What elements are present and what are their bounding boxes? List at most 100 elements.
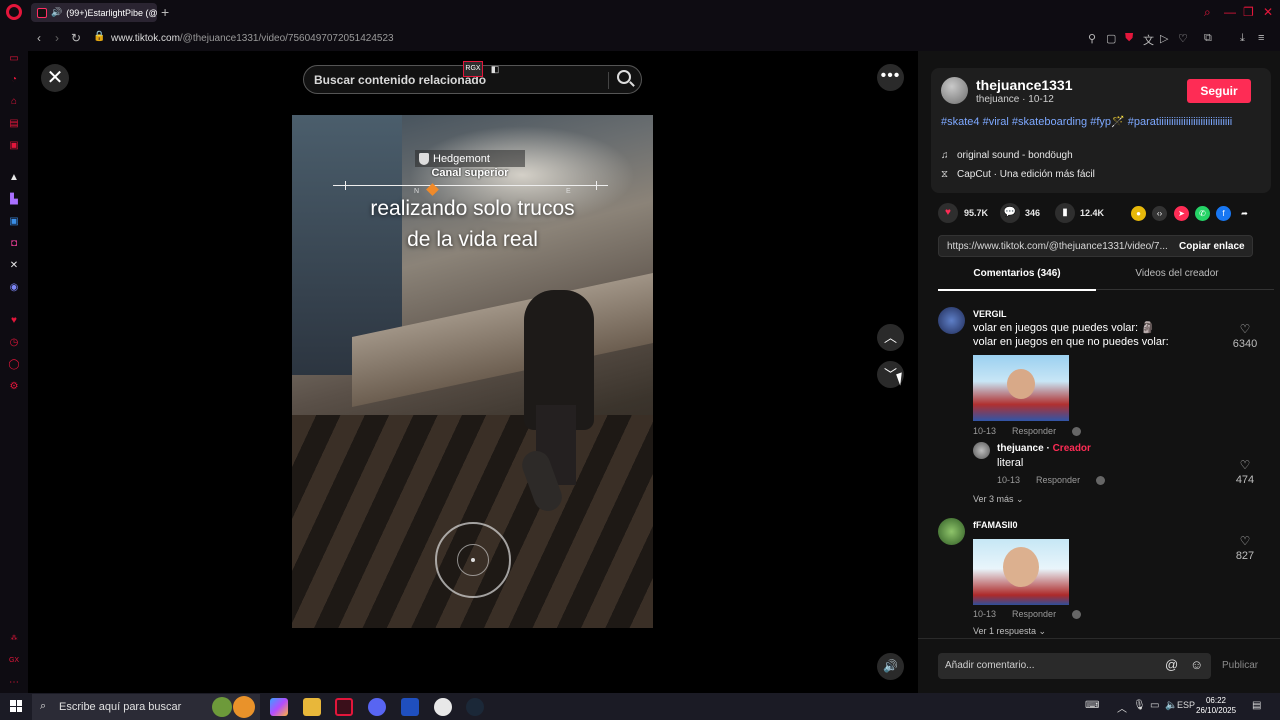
sidebar-discord-icon[interactable]: ◉ (8, 282, 20, 294)
snapshot-icon[interactable]: ▢ (1106, 32, 1116, 45)
reload-button[interactable]: ↻ (71, 31, 81, 45)
reply-like[interactable]: ♡ 474 (1230, 458, 1260, 486)
comment-like[interactable]: ♡ 6340 (1230, 322, 1260, 350)
sidebar-instagram-icon[interactable]: ◘ (8, 238, 20, 250)
microphone-icon[interactable]: 🎙 (1133, 700, 1146, 711)
copy-link-button[interactable]: Copiar enlace (1179, 241, 1245, 252)
comment-image-superman[interactable] (973, 355, 1069, 421)
post-sound[interactable]: ♫ original sound - bondöugh (941, 150, 1073, 161)
video-popout-icon[interactable]: ◧ (487, 61, 503, 77)
sidebar-controls-icon[interactable]: ⌂ (8, 96, 20, 108)
forward-button[interactable]: › (55, 31, 59, 45)
sidebar-favorites-icon[interactable]: ♥ (8, 315, 20, 327)
sidebar-history-icon[interactable]: ◷ (8, 337, 20, 349)
taskbar-search[interactable]: ⌕ Escribe aquí para buscar (32, 694, 260, 720)
windows-start-icon[interactable] (10, 700, 22, 712)
sidebar-news-icon[interactable]: ▤ (8, 118, 20, 130)
play-icon[interactable]: ▷ (1160, 32, 1168, 45)
sidebar-gx-corner-icon[interactable]: GX (8, 655, 20, 667)
reply-button[interactable]: Responder (1012, 609, 1056, 619)
share-coin-icon[interactable]: ● (1131, 206, 1146, 221)
author-username[interactable]: thejuance1331 (976, 77, 1073, 93)
file-explorer-icon[interactable] (303, 698, 321, 716)
speaker-icon[interactable]: 🔈 (1165, 700, 1177, 711)
network-icon[interactable]: ▭ (1150, 700, 1159, 711)
comment-image-superman[interactable] (973, 539, 1069, 605)
app-circle-taskbar-icon[interactable] (434, 698, 452, 716)
steam-taskbar-icon[interactable] (466, 698, 484, 716)
close-window-button[interactable]: ✕ (1263, 5, 1273, 19)
share-whatsapp-icon[interactable]: ✆ (1195, 206, 1210, 221)
view-replies-button[interactable]: Ver 1 respuesta ⌄ (973, 626, 1046, 637)
reply-username[interactable]: thejuance (997, 443, 1044, 454)
post-capcut[interactable]: ⧖ CapCut · Una edición más fácil (941, 169, 1095, 180)
tray-expand-icon[interactable]: ︿ (1117, 700, 1127, 715)
emoji-icon[interactable]: ☺ (1190, 657, 1203, 672)
sidebar-speed-icon[interactable]: ◔ (8, 74, 20, 86)
sidebar-gx-icon[interactable]: ▭ (8, 53, 20, 65)
discord-taskbar-icon[interactable] (368, 698, 386, 716)
url-field[interactable]: www.tiktok.com/@thejuance1331/video/7560… (111, 33, 394, 44)
maximize-button[interactable]: ❐ (1243, 5, 1254, 19)
tab-audio-icon[interactable]: 🔊 (51, 7, 62, 18)
comment-username[interactable]: VERGIL (973, 309, 1007, 319)
pin-icon[interactable]: ⚲ (1088, 32, 1096, 45)
language-indicator[interactable]: ESP (1177, 700, 1195, 710)
browser-tab-active[interactable]: 🔊 (99+)EstarlightPibe (@ (31, 3, 157, 22)
keyboard-icon[interactable]: ⌨ (1085, 700, 1099, 711)
comment-avatar[interactable] (938, 307, 965, 334)
follow-button[interactable]: Seguir (1187, 79, 1251, 103)
sidebar-vk-icon[interactable]: ▣ (8, 216, 20, 228)
tab-comments[interactable]: Comentarios (346) (938, 268, 1096, 291)
author-avatar[interactable] (941, 77, 968, 104)
back-button[interactable]: ‹ (37, 31, 41, 45)
share-link-text[interactable]: https://www.tiktok.com/@thejuance1331/vi… (947, 241, 1167, 252)
bookmark-icon[interactable]: ▮ (1055, 203, 1075, 223)
publish-button[interactable]: Publicar (1222, 660, 1258, 671)
reply-username-row[interactable]: thejuance · Creador (997, 443, 1091, 454)
sidebar-settings-icon[interactable]: ⚙ (8, 381, 20, 393)
reply-heart-icon[interactable]: ♡ (1230, 458, 1260, 472)
minimize-button[interactable]: — (1224, 5, 1236, 19)
share-send-icon[interactable]: ➤ (1174, 206, 1189, 221)
comment-heart-icon[interactable]: ♡ (1230, 534, 1260, 548)
share-facebook-icon[interactable]: f (1216, 206, 1231, 221)
extensions-icon[interactable]: ⧉ (1204, 32, 1212, 45)
reply-reply-button[interactable]: Responder (1036, 475, 1080, 485)
comment-icon[interactable]: 💬 (1000, 203, 1020, 223)
search-icon[interactable] (617, 70, 631, 84)
share-more-icon[interactable]: ➦ (1237, 206, 1252, 221)
sidebar-music-icon[interactable]: ▣ (8, 140, 20, 152)
close-video-button[interactable]: ✕ (41, 64, 69, 92)
view-more-replies-button[interactable]: Ver 3 más ⌄ (973, 494, 1024, 505)
sidebar-chat-icon[interactable]: ◯ (8, 359, 20, 371)
sidebar-x-icon[interactable]: ✕ (8, 260, 20, 272)
sidebar-more-icon[interactable]: ⋯ (8, 677, 20, 689)
share-embed-icon[interactable]: ‹› (1152, 206, 1167, 221)
volume-button[interactable]: 🔊 (877, 653, 904, 680)
taskbar-clock[interactable]: 06:22 26/10/2025 (1196, 696, 1236, 716)
notifications-icon[interactable]: ▤ (1252, 700, 1261, 711)
comment-heart-icon[interactable]: ♡ (1230, 322, 1260, 336)
rgx-badge[interactable]: RGX (463, 61, 483, 77)
opera-logo-icon[interactable] (6, 4, 22, 20)
previous-video-button[interactable]: ︿ (877, 324, 904, 351)
sidebar-twitch-icon[interactable]: ▙ (8, 194, 20, 206)
comment-input[interactable]: Añadir comentario... @ ☺ (938, 653, 1211, 679)
heart-icon[interactable]: ♡ (1178, 32, 1188, 45)
comment-username[interactable]: fFAMASII0 (973, 520, 1018, 530)
opera-gx-taskbar-icon[interactable] (335, 698, 353, 716)
shield-icon[interactable]: ⛊ (1125, 32, 1133, 45)
app-taskbar-icon[interactable] (401, 698, 419, 716)
sidebar-gx-label-icon[interactable]: ⁂ (8, 633, 20, 645)
post-description[interactable]: #skate4 #viral #skateboarding #fyp🪄 #par… (941, 116, 1251, 129)
more-options-button[interactable]: ••• (877, 64, 904, 91)
menu-icon[interactable]: ≡ (1258, 32, 1264, 44)
translate-icon[interactable]: 文 (1143, 32, 1154, 48)
copilot-app-icon[interactable] (270, 698, 288, 716)
comment-like[interactable]: ♡ 827 (1230, 534, 1260, 562)
mention-icon[interactable]: @ (1165, 657, 1178, 672)
like-icon[interactable]: ♥ (938, 203, 958, 223)
sidebar-arc-icon[interactable]: ▲ (8, 172, 20, 184)
reply-avatar[interactable] (973, 442, 990, 459)
